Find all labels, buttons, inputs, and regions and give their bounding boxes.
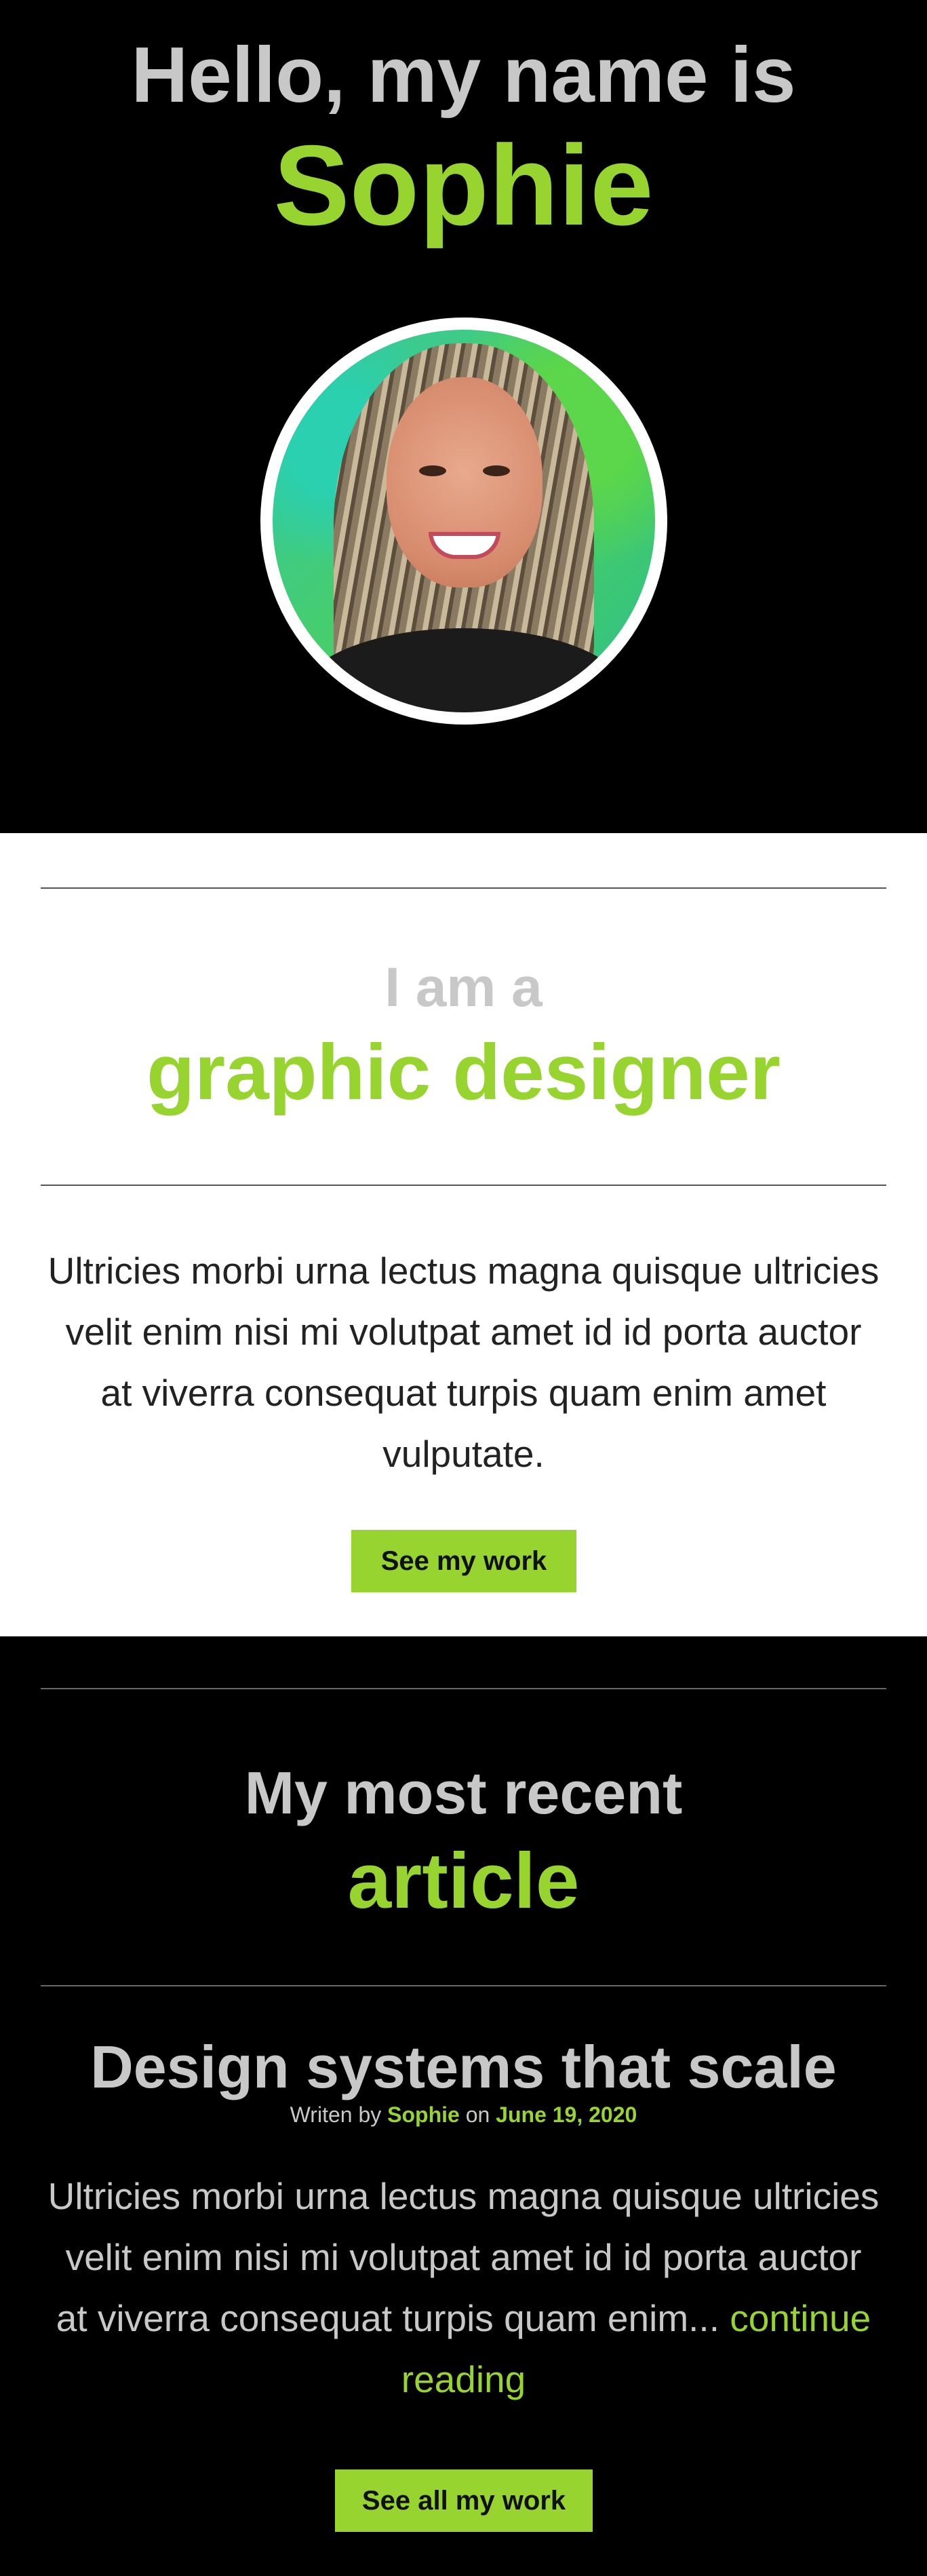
post-date: June 19, 2020 bbox=[496, 2102, 637, 2127]
designer-copy: Ultricies morbi urna lectus magna quisqu… bbox=[47, 1250, 880, 1475]
designer-kicker: I am a bbox=[384, 957, 543, 1018]
divider bbox=[41, 887, 886, 889]
hero-name: Sophie bbox=[273, 121, 654, 249]
avatar-eye-right bbox=[483, 465, 510, 476]
avatar-eye-left bbox=[419, 465, 446, 476]
article-section-title: article bbox=[347, 1837, 580, 1925]
see-all-my-work-button[interactable]: See all my work bbox=[335, 2469, 593, 2532]
hero-greeting: Hello, my name is bbox=[131, 31, 796, 119]
article-kicker: My most recent bbox=[244, 1759, 683, 1826]
post-meta-prefix: Writen by bbox=[290, 2102, 382, 2127]
divider bbox=[41, 1185, 886, 1186]
divider bbox=[41, 1688, 886, 1689]
post-author[interactable]: Sophie bbox=[387, 2102, 460, 2127]
designer-title: graphic designer bbox=[146, 1028, 781, 1116]
post-meta-on: on bbox=[465, 2102, 490, 2127]
see-my-work-button[interactable]: See my work bbox=[351, 1530, 576, 1592]
post-title[interactable]: Design systems that scale bbox=[0, 2030, 927, 2104]
post-meta: Writen by Sophie on June 19, 2020 bbox=[0, 2100, 927, 2130]
article-section: My most recent article Design systems th… bbox=[0, 1636, 927, 2576]
post-excerpt: Ultricies morbi urna lectus magna quisqu… bbox=[47, 2166, 880, 2410]
divider bbox=[41, 1985, 886, 1986]
avatar-smile bbox=[429, 532, 500, 559]
profile-avatar bbox=[260, 318, 667, 725]
hero-section: Hello, my name is Sophie bbox=[0, 0, 927, 833]
designer-section: I am a graphic designer Ultricies morbi … bbox=[0, 833, 927, 1636]
page: Hello, my name is Sophie I am a graphic … bbox=[0, 0, 927, 2576]
avatar-face bbox=[387, 377, 543, 588]
